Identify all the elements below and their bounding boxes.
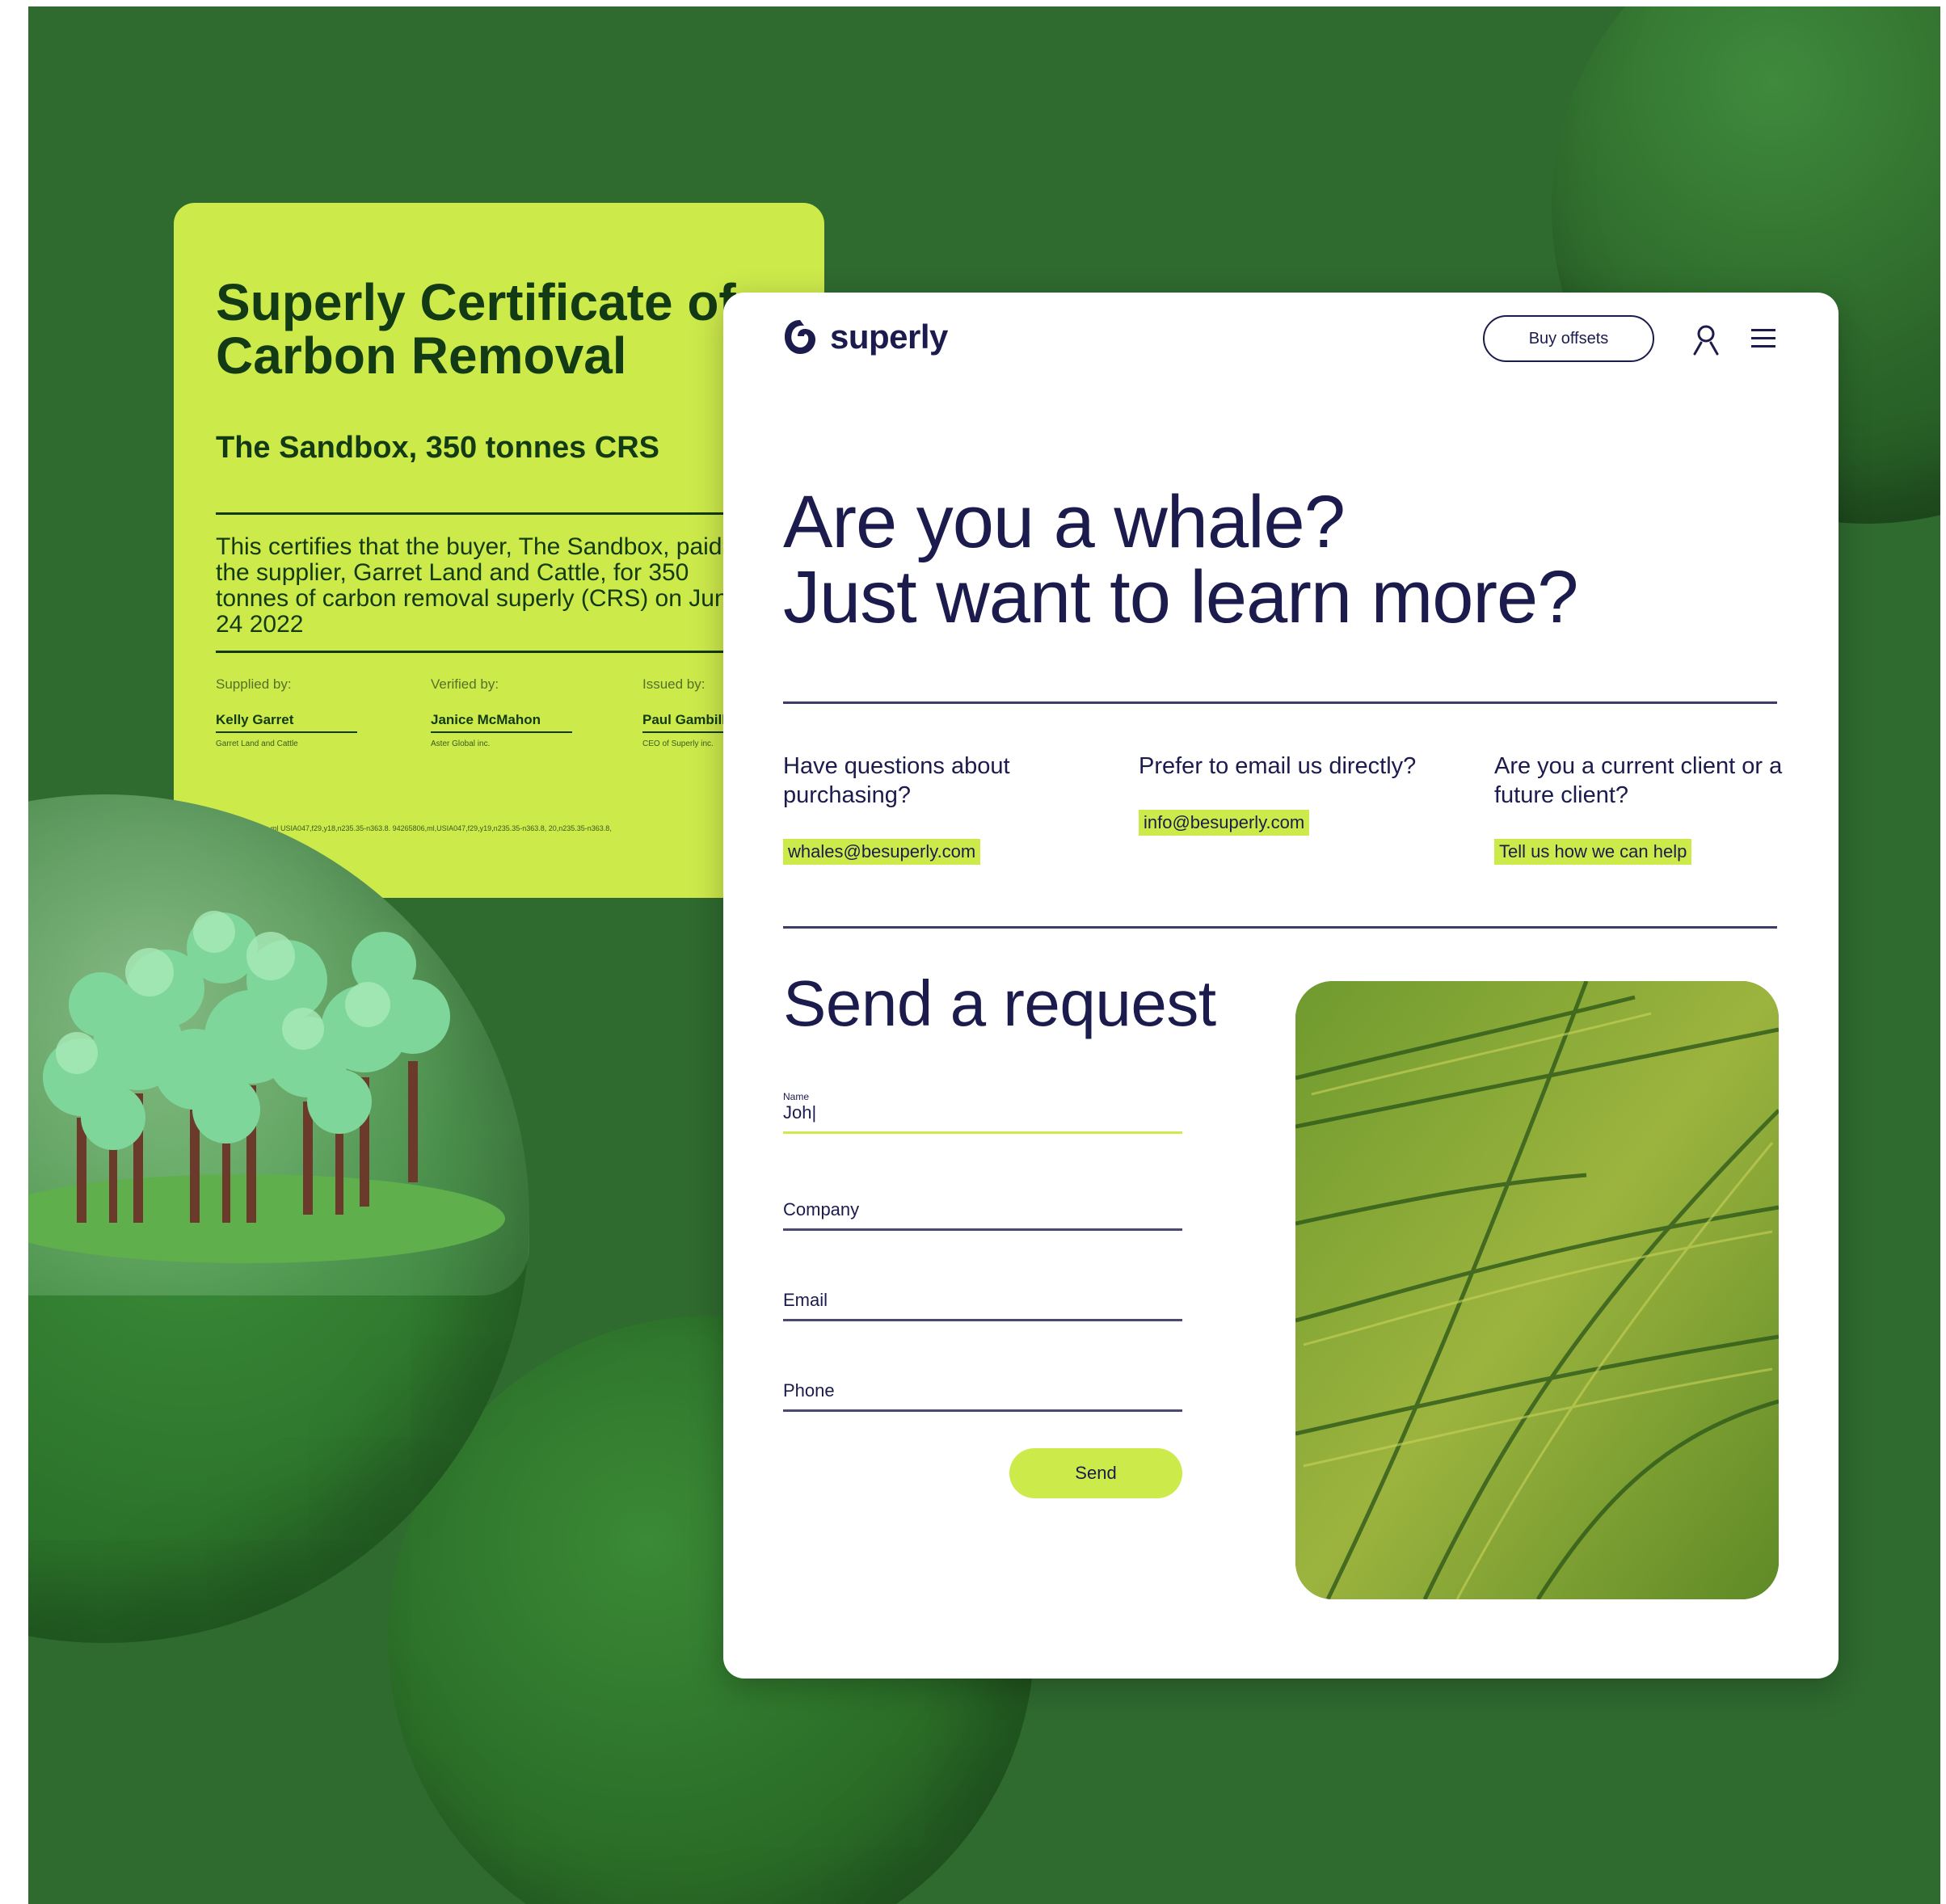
- divider: [216, 512, 798, 515]
- trees-illustration: [43, 911, 450, 1223]
- contact-question: Are you a current client or a future cli…: [1494, 753, 1783, 808]
- contact-email: Prefer to email us directly? info@besupe…: [1139, 752, 1454, 836]
- email-link[interactable]: whales@besuperly.com: [783, 839, 981, 865]
- signature-verifier: Verified by: Janice McMahon Aster Global…: [431, 676, 592, 748]
- buy-offsets-button[interactable]: Buy offsets: [1483, 315, 1654, 362]
- divider: [783, 926, 1777, 929]
- contact-purchasing: Have questions about purchasing? whales@…: [783, 752, 1098, 865]
- contact-question: Prefer to email us directly?: [1139, 753, 1417, 779]
- certificate-title: Superly Certificate of Carbon Removal: [216, 273, 736, 385]
- menu-icon[interactable]: [1750, 326, 1777, 351]
- aerial-fields-image: [1295, 981, 1779, 1599]
- phone-input[interactable]: Phone: [783, 1380, 1182, 1401]
- field-underline: [783, 1131, 1182, 1134]
- contact-question: Have questions about purchasing?: [783, 753, 1010, 808]
- signature-name: Kelly Garret: [216, 712, 357, 733]
- send-button[interactable]: Send: [1009, 1448, 1182, 1498]
- hero-line-1: Are you a whale?: [783, 481, 1346, 563]
- contact-client: Are you a current client or a future cli…: [1494, 752, 1785, 865]
- field-underline: [783, 1228, 1182, 1231]
- signature-org: Garret Land and Cattle: [216, 739, 298, 748]
- logo-icon: [785, 320, 815, 354]
- name-input[interactable]: Joh|: [783, 1102, 1182, 1123]
- signature-label: Supplied by:: [216, 676, 292, 692]
- certificate-body: This certifies that the buyer, The Sandb…: [216, 533, 742, 638]
- company-field[interactable]: Company: [783, 1199, 1182, 1231]
- divider: [783, 701, 1777, 704]
- help-link[interactable]: Tell us how we can help: [1494, 839, 1692, 865]
- email-input[interactable]: Email: [783, 1290, 1182, 1311]
- certificate-code: ml USIA047,f29,y18,n235.35-n363.8. 94265…: [271, 824, 612, 832]
- field-underline: [783, 1319, 1182, 1321]
- logo-text: superly: [830, 318, 948, 356]
- name-field[interactable]: Name Joh|: [783, 1091, 1182, 1134]
- contact-page-card: superly Buy offsets Are you a whale? Jus…: [723, 293, 1839, 1679]
- request-form-title: Send a request: [783, 967, 1216, 1039]
- email-field[interactable]: Email: [783, 1290, 1182, 1321]
- hero-line-2: Just want to learn more?: [783, 556, 1578, 638]
- superly-logo[interactable]: superly: [780, 317, 948, 357]
- user-icon[interactable]: [1690, 323, 1722, 356]
- phone-field[interactable]: Phone: [783, 1380, 1182, 1412]
- aerial-field-photo: [1295, 981, 1779, 1599]
- signature-org: Aster Global inc.: [431, 739, 491, 748]
- signature-label: Verified by:: [431, 676, 499, 692]
- field-underline: [783, 1409, 1182, 1412]
- certificate-subtitle: The Sandbox, 350 tonnes CRS: [216, 431, 659, 465]
- email-link[interactable]: info@besuperly.com: [1139, 810, 1310, 836]
- divider: [216, 651, 798, 653]
- hero-heading: Are you a whale? Just want to learn more…: [783, 485, 1793, 635]
- name-label: Name: [783, 1091, 810, 1102]
- signature-name: Janice McMahon: [431, 712, 572, 733]
- signature-supplier: Supplied by: Kelly Garret Garret Land an…: [216, 676, 377, 748]
- company-input[interactable]: Company: [783, 1199, 1182, 1220]
